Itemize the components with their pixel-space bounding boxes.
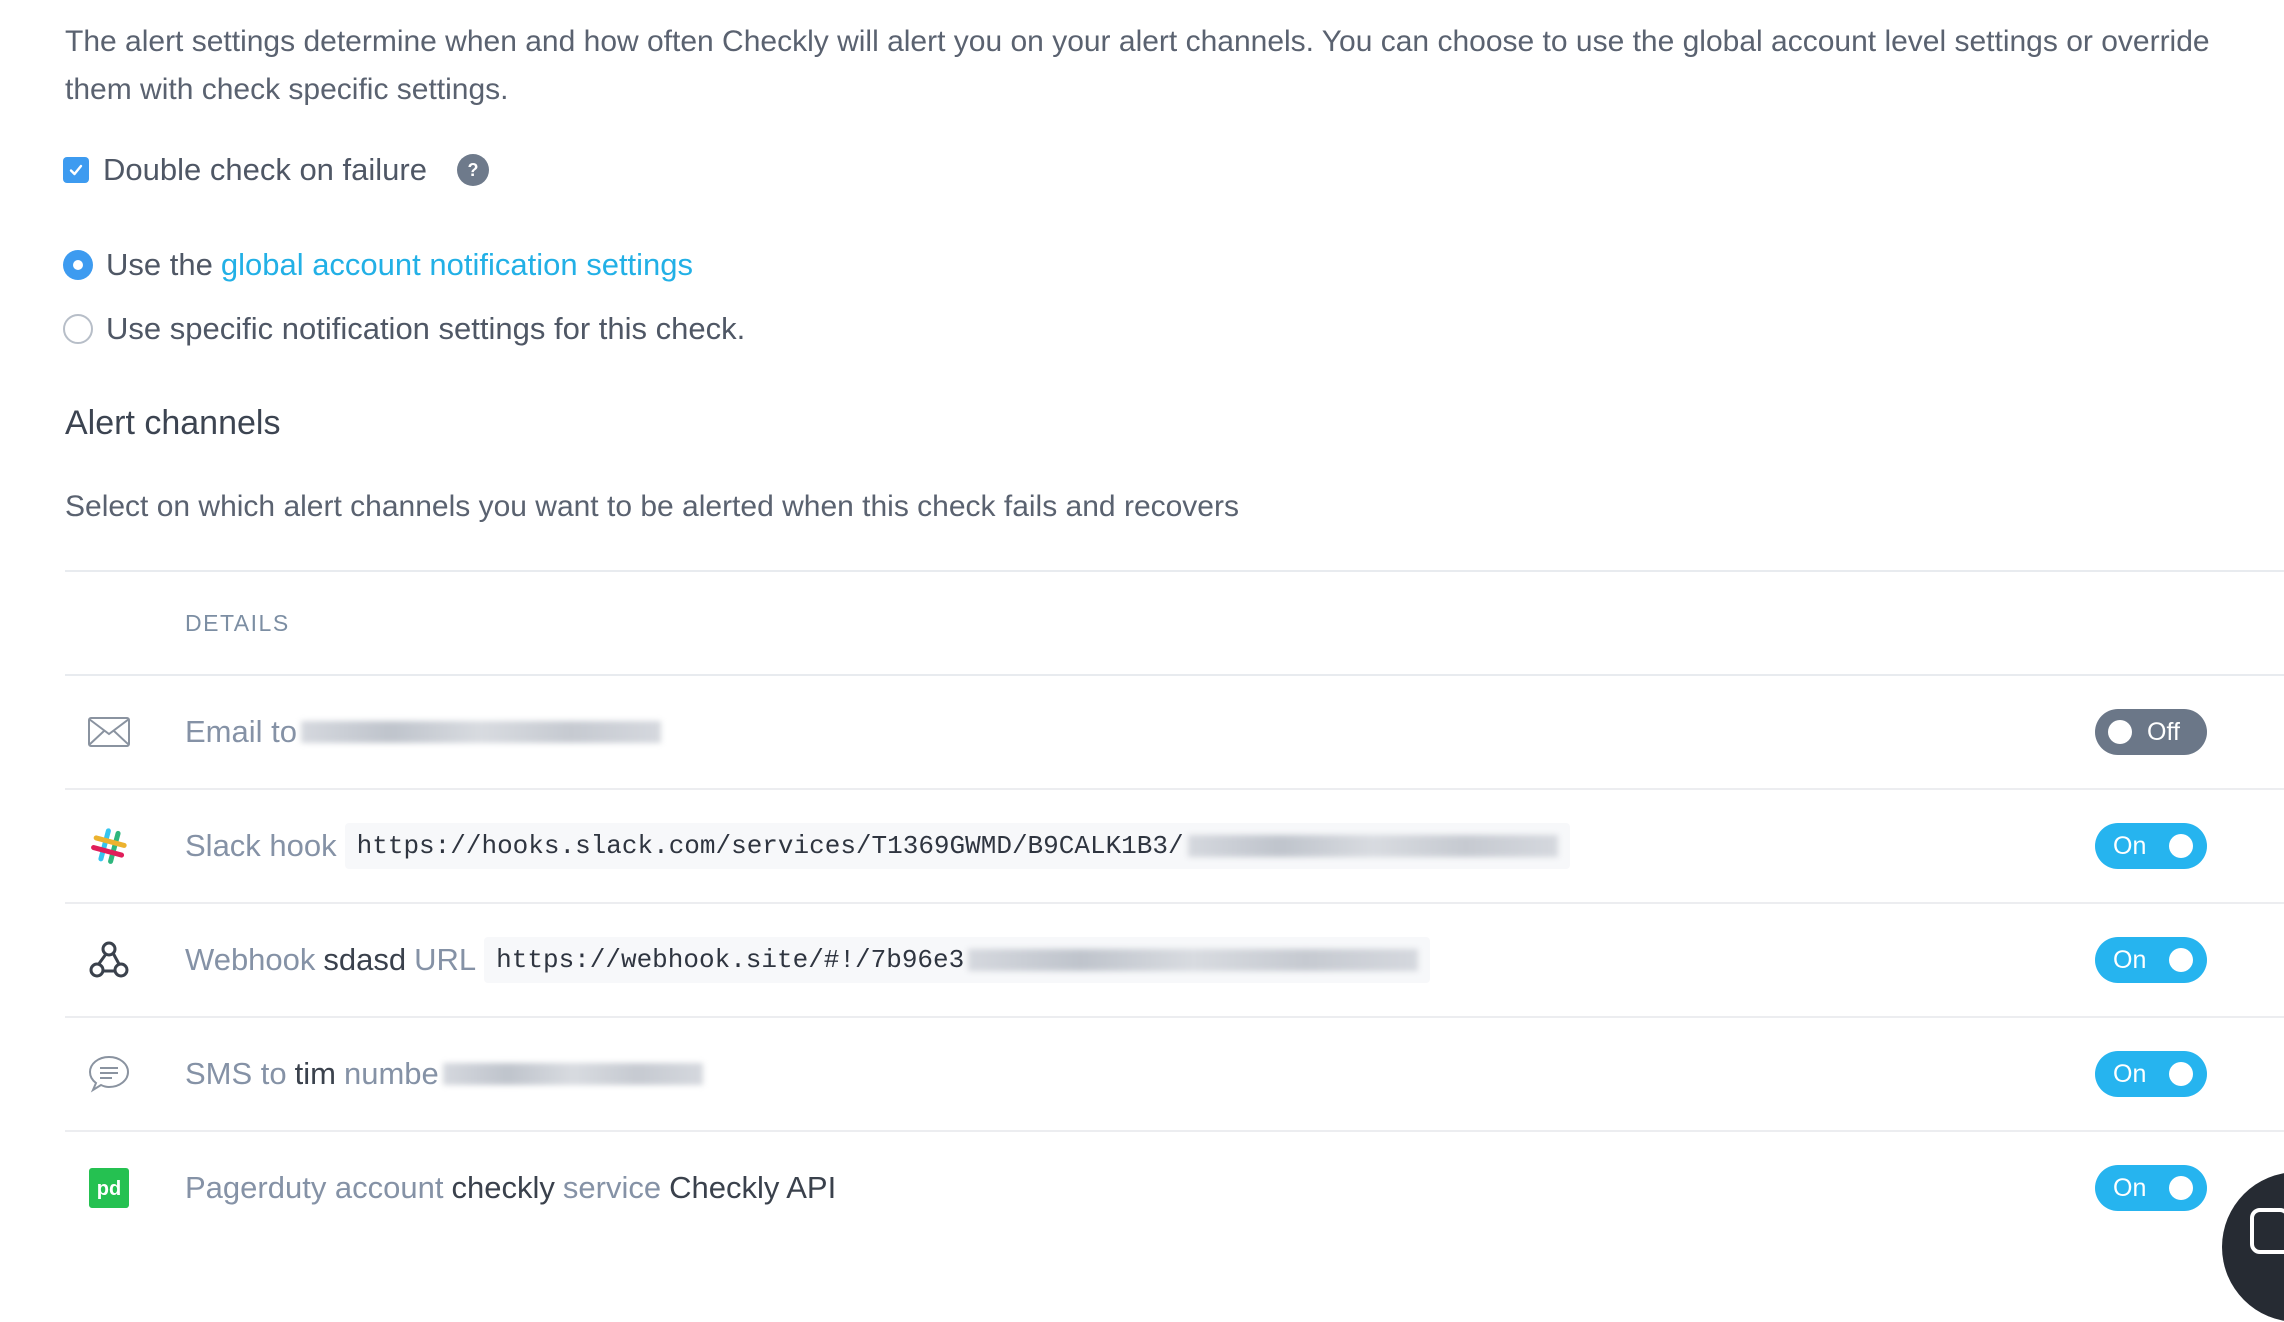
slack-label: Slack hook: [185, 828, 337, 863]
redacted-webhook-id: [968, 949, 1419, 971]
checkmark-icon: [69, 164, 83, 176]
sms-label: SMS to: [185, 1056, 287, 1091]
pagerduty-icon: pd: [87, 1166, 131, 1210]
chat-icon: [2250, 1208, 2284, 1254]
pagerduty-service: Checkly API: [669, 1170, 837, 1205]
chat-bubble-icon: [87, 1052, 131, 1096]
slack-toggle[interactable]: On: [2095, 823, 2207, 869]
webhook-toggle[interactable]: On: [2095, 937, 2207, 983]
redacted-email: [300, 721, 661, 743]
pagerduty-detail: Pagerduty account checkly service Checkl…: [185, 1170, 844, 1206]
specific-settings-option[interactable]: Use specific notification settings for t…: [63, 311, 745, 347]
slack-url-text: https://hooks.slack.com/services/T1369GW…: [356, 831, 1184, 861]
svg-text:pd: pd: [97, 1178, 121, 1200]
email-label: Email to: [185, 714, 297, 749]
webhook-url-label: URL: [414, 942, 477, 977]
double-check-label[interactable]: Double check on failure: [103, 152, 427, 188]
sms-detail: SMS to tim numbe: [185, 1056, 703, 1092]
pagerduty-label: Pagerduty account: [185, 1170, 444, 1205]
slack-hook-url: https://hooks.slack.com/services/T1369GW…: [344, 823, 1570, 869]
intro-line-1: The alert settings determine when and ho…: [65, 25, 2210, 58]
sms-number-label: numbe: [343, 1056, 439, 1091]
webhook-name: sdasd: [323, 942, 407, 977]
global-settings-option[interactable]: Use the global account notification sett…: [63, 247, 693, 283]
intro-line-2: them with check specific settings.: [65, 73, 509, 106]
webhook-label: Webhook: [185, 942, 316, 977]
redacted-phone-number: [442, 1063, 703, 1085]
global-settings-link[interactable]: global account notification settings: [221, 247, 693, 283]
pagerduty-service-label: service: [562, 1170, 662, 1205]
email-toggle[interactable]: Off: [2095, 709, 2207, 755]
alert-channels-table: DETAILS Email to Off Slack hook https://…: [65, 570, 2284, 1244]
channel-row-webhook: Webhook sdasd URL https://webhook.site/#…: [65, 904, 2284, 1018]
double-check-row: Double check on failure ?: [63, 152, 489, 188]
alert-settings-description: The alert settings determine when and ho…: [65, 18, 2284, 114]
alert-channels-subtitle: Select on which alert channels you want …: [65, 490, 1239, 523]
redacted-slack-token: [1187, 835, 1558, 857]
channel-row-sms: SMS to tim numbe On: [65, 1018, 2284, 1132]
channel-row-email: Email to Off: [65, 676, 2284, 790]
pagerduty-account: checkly: [451, 1170, 555, 1205]
details-column-header: DETAILS: [185, 609, 290, 636]
webhook-icon: [87, 938, 131, 982]
webhook-toggle-label: On: [2113, 945, 2147, 974]
global-settings-radio[interactable]: [63, 250, 93, 280]
webhook-url: https://webhook.site/#!/7b96e3: [484, 937, 1431, 983]
slack-toggle-label: On: [2113, 831, 2147, 860]
sms-name: tim: [294, 1056, 336, 1091]
channel-row-pagerduty: pd Pagerduty account checkly service Che…: [65, 1132, 2284, 1244]
pagerduty-toggle-label: On: [2113, 1173, 2147, 1202]
channel-row-slack: Slack hook https://hooks.slack.com/servi…: [65, 790, 2284, 904]
double-check-checkbox[interactable]: [63, 157, 89, 183]
global-settings-prefix: Use the: [106, 247, 213, 282]
pagerduty-toggle[interactable]: On: [2095, 1165, 2207, 1211]
email-detail: Email to: [185, 714, 661, 750]
sms-toggle[interactable]: On: [2095, 1051, 2207, 1097]
email-toggle-label: Off: [2147, 717, 2180, 746]
table-header: DETAILS: [65, 570, 2284, 676]
sms-toggle-label: On: [2113, 1059, 2147, 1088]
alert-channels-heading: Alert channels: [65, 404, 281, 442]
specific-settings-label: Use specific notification settings for t…: [106, 311, 746, 346]
slack-icon: [87, 824, 131, 868]
envelope-icon: [87, 710, 131, 754]
specific-settings-radio[interactable]: [63, 314, 93, 344]
webhook-url-text: https://webhook.site/#!/7b96e3: [496, 945, 965, 975]
help-icon[interactable]: ?: [456, 154, 489, 186]
slack-detail: Slack hook https://hooks.slack.com/servi…: [185, 823, 1570, 869]
webhook-detail: Webhook sdasd URL https://webhook.site/#…: [185, 937, 1431, 983]
